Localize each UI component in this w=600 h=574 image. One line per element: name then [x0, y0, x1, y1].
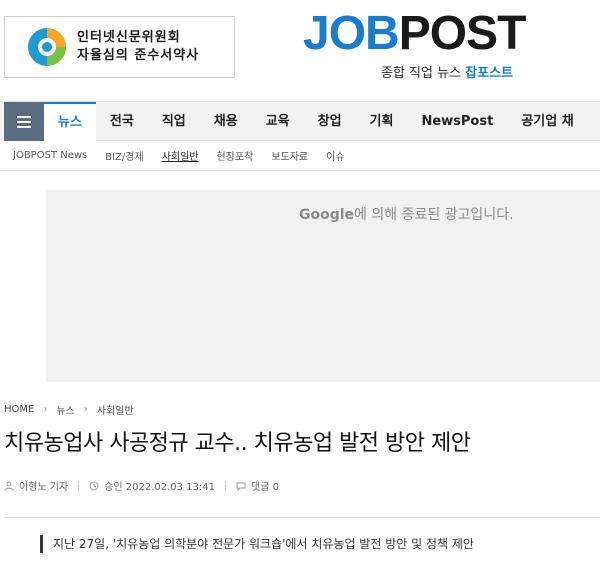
nav-item-news[interactable]: 뉴스 [44, 102, 96, 141]
site-header: 인터넷신문위원회 자율심의 준수서약사 JOBPOST 종합 직업 뉴스 잡포스… [0, 0, 600, 100]
sub-nav: JOBPOST News BIZ/경제 사회일반 현장포착 보도자료 이슈 [0, 141, 600, 171]
nav-item-education[interactable]: 교육 [252, 102, 304, 141]
nav-item-national[interactable]: 전국 [96, 102, 148, 141]
menu-button[interactable] [4, 102, 44, 141]
meta-author[interactable]: 이형노 기자 [4, 478, 68, 493]
chevron-right-icon: › [43, 404, 48, 415]
site-logo[interactable]: JOBPOST 종합 직업 뉴스 잡포스트 [303, 8, 543, 88]
comment-icon [236, 482, 246, 491]
committee-text: 인터넷신문위원회 자율심의 준수서약사 [77, 29, 199, 65]
ad-message-text: 에 의해 종료된 광고입니다. [354, 207, 514, 223]
nav-item-hiring[interactable]: 채용 [200, 102, 252, 141]
chevron-right-icon: › [83, 404, 88, 415]
subnav-item-issue[interactable]: 이슈 [326, 148, 344, 163]
committee-line-2: 자율심의 준수서약사 [77, 48, 200, 63]
meta-divider [225, 480, 227, 491]
ad-placeholder: Google에 의해 종료된 광고입니다. [46, 190, 600, 382]
article-meta: 이형노 기자 승인 2022.02.03 13:41 댓글 0 [4, 478, 279, 493]
approved-time: 승인 2022.02.03 13:41 [104, 482, 216, 493]
ad-ended-message: Google에 의해 종료된 광고입니다. [299, 204, 514, 224]
nav-item-jobs[interactable]: 직업 [148, 102, 200, 141]
subnav-item-biz[interactable]: BIZ/경제 [105, 148, 143, 163]
nav-item-public-jobs[interactable]: 공기업 채 [507, 102, 587, 141]
main-nav: 뉴스 전국 직업 채용 교육 창업 기획 NewsPost 공기업 채 [0, 101, 600, 141]
nav-item-newspost[interactable]: NewsPost [407, 102, 507, 141]
subnav-item-society[interactable]: 사회일반 [162, 148, 199, 163]
breadcrumb-society[interactable]: 사회일반 [97, 402, 134, 417]
meta-approved: 승인 2022.02.03 13:41 [89, 478, 215, 493]
subnav-item-field[interactable]: 현장포착 [217, 148, 254, 163]
content-divider [4, 517, 600, 518]
logo-tagline-brand: 잡포스트 [465, 66, 514, 81]
clock-icon [89, 481, 99, 490]
article-title: 치유농업사 사공정규 교수.. 치유농업 발전 방안 제안 [4, 431, 471, 456]
author-name: 이형노 기자 [19, 482, 69, 493]
comment-count: 댓글 0 [251, 482, 279, 493]
ad-brand: Google [299, 207, 355, 223]
breadcrumb: HOME › 뉴스 › 사회일반 [4, 402, 134, 417]
breadcrumb-news[interactable]: 뉴스 [56, 402, 74, 417]
person-icon [4, 481, 14, 491]
nav-items: 뉴스 전국 직업 채용 교육 창업 기획 NewsPost 공기업 채 [44, 102, 588, 141]
logo-letters-ob: OB [328, 7, 400, 60]
nav-item-startup[interactable]: 창업 [304, 102, 356, 141]
logo-wordmark: JOBPOST [303, 7, 527, 60]
subnav-item-jobpost-news[interactable]: JOBPOST News [13, 150, 87, 161]
breadcrumb-home[interactable]: HOME [4, 404, 34, 415]
logo-letter-j: J [303, 7, 330, 60]
menu-icon [17, 120, 31, 123]
logo-tagline: 종합 직업 뉴스 잡포스트 [381, 62, 513, 81]
logo-tagline-prefix: 종합 직업 뉴스 [381, 66, 462, 81]
meta-divider [78, 480, 80, 491]
subnav-item-press[interactable]: 보도자료 [271, 148, 308, 163]
committee-logo-icon [28, 28, 66, 66]
committee-badge[interactable]: 인터넷신문위원회 자율심의 준수서약사 [4, 16, 235, 78]
article-lead: 지난 27일, '치유농업 의학분야 전문가 워크숍'에서 치유농업 발전 방안… [40, 535, 474, 553]
logo-letters-post: POST [398, 7, 527, 60]
committee-line-1: 인터넷신문위원회 [77, 30, 181, 45]
nav-item-feature[interactable]: 기획 [356, 102, 408, 141]
meta-comments[interactable]: 댓글 0 [236, 478, 279, 493]
